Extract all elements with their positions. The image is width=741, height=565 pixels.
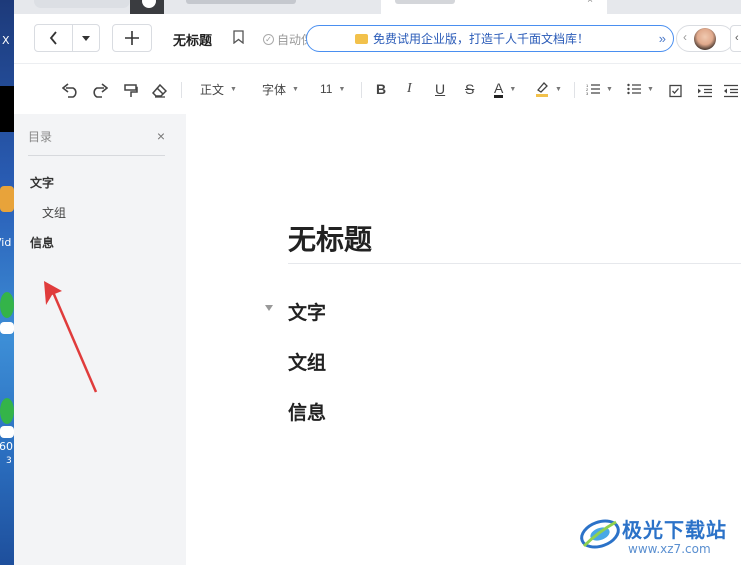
highlight-color-button[interactable]: ▼ [535, 80, 562, 98]
tab-active-document[interactable]: × [381, 0, 607, 14]
plus-icon [125, 31, 139, 45]
paragraph-style-select[interactable]: 正文 ▼ [200, 80, 237, 98]
title-divider [288, 263, 741, 264]
caret-down-icon: ▼ [292, 85, 299, 93]
desktop-background: X Vid 360 3 [0, 0, 14, 565]
promo-banner[interactable]: 免费试用企业版，打造千人千面文档库！ » [306, 25, 674, 52]
chevron-left-icon [49, 31, 57, 45]
checkbox-list-icon[interactable] [669, 82, 682, 100]
font-size-select[interactable]: 11 ▼ [320, 80, 345, 98]
heading-wenzu[interactable]: 文组 [288, 348, 326, 375]
document-title[interactable]: 无标题 [173, 30, 212, 49]
caret-down-icon: ▼ [230, 85, 237, 93]
document-canvas[interactable]: 无标题 文字 文组 信息 [186, 114, 741, 565]
desktop-app-icon[interactable] [0, 86, 14, 132]
heading-xinxi[interactable]: 信息 [288, 398, 326, 425]
tab-inactive-document[interactable] [164, 0, 379, 14]
toolbar-divider [181, 82, 182, 98]
chevron-left-icon: ‹ [683, 30, 687, 44]
desktop-app-icon[interactable] [0, 186, 14, 212]
indent-icon[interactable] [698, 82, 712, 100]
outline-item-wenzu[interactable]: 文组 [42, 204, 66, 221]
page-title[interactable]: 无标题 [288, 218, 372, 258]
app-logo-icon [142, 0, 156, 8]
collaborators-button[interactable]: ‹ [676, 25, 734, 52]
underline-button[interactable]: U [435, 80, 445, 98]
outline-panel: 目录 × 文字 文组 信息 [14, 114, 186, 565]
font-family-label: 字体 [262, 82, 287, 97]
desktop-app-icon[interactable] [0, 292, 14, 318]
bullet-list-button[interactable]: ▼ [627, 80, 654, 98]
italic-button[interactable]: I [407, 80, 412, 98]
font-family-select[interactable]: 字体 ▼ [262, 80, 299, 98]
browser-control[interactable] [34, 0, 130, 8]
caret-down-icon: ▼ [555, 85, 562, 93]
outline-header: 目录 × [28, 128, 165, 156]
font-color-button[interactable]: A ▼ [494, 80, 516, 98]
watermark: 极光下载站 www.xz7.com [578, 512, 738, 562]
outline-title: 目录 [28, 130, 53, 144]
outdent-icon[interactable] [724, 82, 738, 100]
highlighter-icon [536, 82, 548, 97]
font-size-label: 11 [320, 82, 333, 96]
desktop-label: X [2, 34, 10, 47]
avatar[interactable] [694, 28, 716, 50]
close-icon[interactable]: × [157, 128, 165, 144]
undo-icon[interactable] [62, 82, 80, 100]
caret-down-icon: ▼ [647, 85, 654, 93]
heading-wenzi[interactable]: 文字 [288, 298, 326, 325]
caret-down-icon: ▼ [338, 85, 346, 93]
desktop-shortcut-icon [0, 426, 14, 438]
strikethrough-button[interactable]: S [465, 80, 474, 98]
promo-text: 免费试用企业版，打造千人千面文档库！ [373, 32, 590, 46]
tab-bar: × [14, 0, 741, 14]
folder-icon [355, 33, 368, 44]
caret-down-icon [81, 35, 90, 41]
header-bar: 无标题 ✓ 自动保存成功 免费试用企业版，打造千人千面文档库！ » ‹ ‹ [14, 14, 741, 64]
desktop-label: 360 [0, 440, 13, 453]
back-button[interactable] [35, 25, 72, 51]
desktop-label: 3 [6, 456, 12, 466]
desktop-label: Vid [0, 236, 12, 249]
side-panel-button[interactable]: ‹ [730, 25, 741, 52]
toolbar-divider [361, 82, 362, 98]
bold-button[interactable]: B [376, 80, 386, 98]
svg-text:3: 3 [586, 91, 589, 95]
ordered-list-button[interactable]: 123 ▼ [586, 80, 613, 98]
bookmark-icon[interactable] [233, 30, 244, 44]
tab-label [186, 0, 296, 4]
toolbar-divider [574, 82, 575, 98]
watermark-url: www.xz7.com [628, 542, 711, 556]
navigation-group [34, 24, 100, 52]
desktop-app-icon[interactable] [0, 398, 14, 424]
format-toolbar: 正文 ▼ 字体 ▼ 11 ▼ B I U S A ▼ ▼ 123 ▼ ▼ [14, 64, 741, 114]
caret-down-icon: ▼ [509, 85, 517, 93]
tab-label [395, 0, 455, 4]
paragraph-style-label: 正文 [200, 82, 225, 97]
close-icon[interactable]: × [587, 0, 593, 6]
bullet-list-icon [627, 83, 641, 95]
caret-down-icon: ▼ [606, 85, 613, 93]
format-painter-icon[interactable] [124, 82, 138, 100]
outline-item-xinxi[interactable]: 信息 [30, 234, 54, 251]
collapse-triangle-icon[interactable] [265, 305, 273, 311]
ordered-list-icon: 123 [586, 83, 600, 95]
redo-icon[interactable] [90, 82, 108, 100]
outline-item-wenzi[interactable]: 文字 [30, 174, 54, 191]
font-color-label: A [494, 79, 504, 98]
double-chevron-right-icon: » [658, 31, 666, 46]
tab-app-home[interactable] [130, 0, 164, 14]
editor-window: × 无标题 ✓ 自动保存成功 免费试用企业版，打造千人千面文档库！ » ‹ [14, 0, 741, 565]
history-dropdown-button[interactable] [71, 25, 99, 51]
eraser-icon[interactable] [152, 82, 167, 100]
watermark-name: 极光下载站 [622, 518, 727, 542]
new-document-button[interactable] [112, 24, 152, 52]
desktop-shortcut-icon [0, 322, 14, 334]
watermark-logo-icon [580, 519, 620, 549]
check-circle-icon: ✓ [263, 34, 274, 45]
